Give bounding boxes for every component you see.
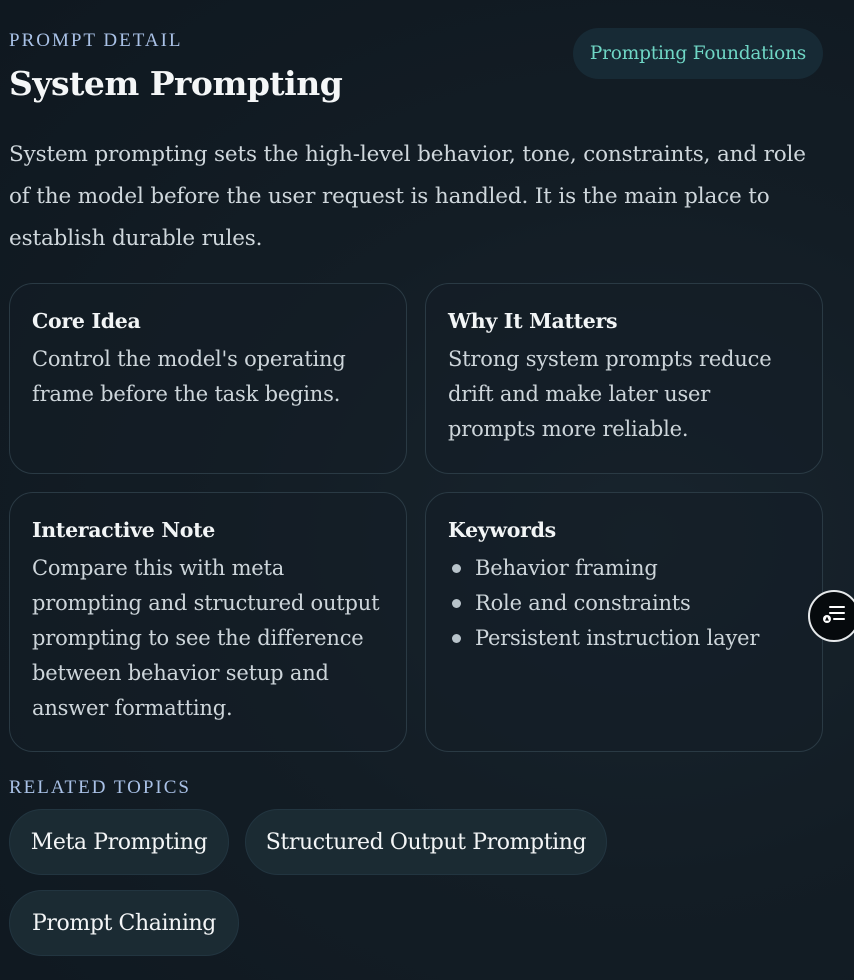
related-topic-prompt-chaining[interactable]: Prompt Chaining: [9, 890, 239, 956]
card-interactive-note: Interactive Note Compare this with meta …: [9, 492, 407, 752]
section-eyebrow: PROMPT DETAIL: [9, 30, 183, 51]
card-body: Compare this with meta prompting and str…: [32, 556, 380, 720]
card-body: Strong system prompts reduce drift and m…: [448, 347, 772, 441]
outline-toggle-button[interactable]: [808, 590, 854, 642]
keyword-item: Role and constraints: [448, 586, 800, 621]
card-why-it-matters: Why It Matters Strong system prompts red…: [425, 283, 823, 474]
intro-paragraph: System prompting sets the high-level beh…: [9, 142, 806, 251]
keyword-list: Behavior framing Role and constraints Pe…: [448, 551, 800, 656]
keyword-item: Persistent instruction layer: [448, 621, 800, 656]
keyword-item: Behavior framing: [448, 551, 800, 586]
card-body: Control the model's operating frame befo…: [32, 347, 346, 406]
related-topic-meta-prompting[interactable]: Meta Prompting: [9, 809, 229, 875]
card-title: Core Idea: [32, 309, 141, 333]
card-title: Why It Matters: [448, 309, 618, 333]
related-topic-structured-output-prompting[interactable]: Structured Output Prompting: [245, 809, 607, 875]
outline-list-icon: [821, 601, 847, 631]
card-title: Keywords: [448, 518, 556, 542]
card-core-idea: Core Idea Control the model's operating …: [9, 283, 407, 474]
category-tag[interactable]: Prompting Foundations: [573, 28, 823, 79]
card-keywords: Keywords Behavior framing Role and const…: [425, 492, 823, 752]
card-title: Interactive Note: [32, 518, 216, 542]
related-topics-label: RELATED TOPICS: [9, 777, 191, 798]
page-title: System Prompting: [9, 64, 343, 103]
